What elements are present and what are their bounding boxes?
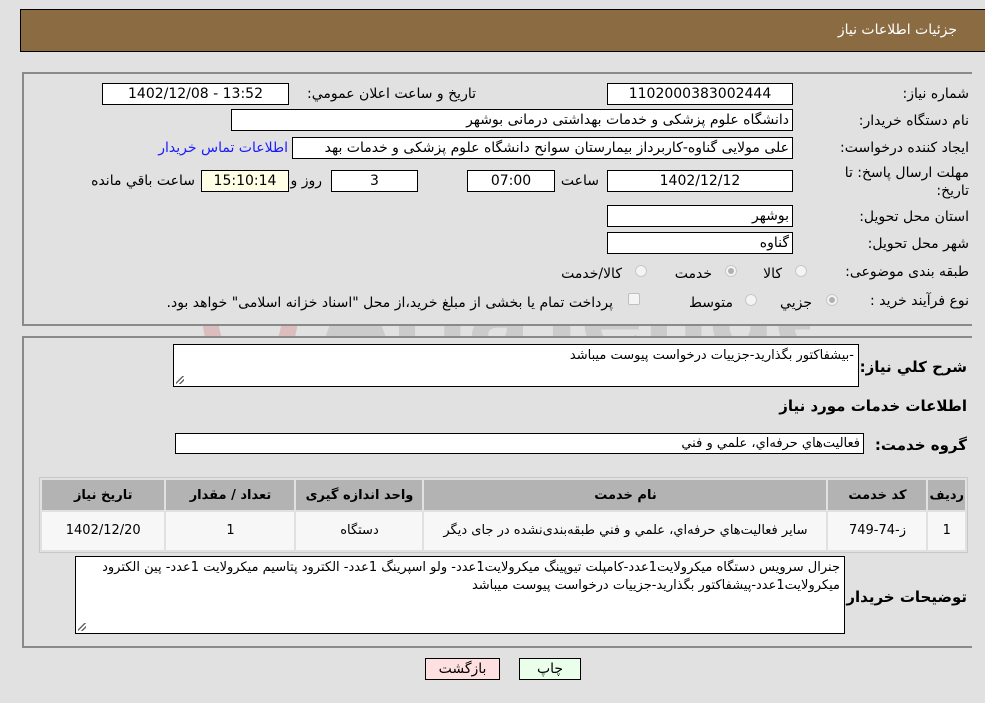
purchase-type-radio-minor[interactable] [826, 294, 838, 306]
page-title: جزئيات اطلاعات نياز [837, 22, 957, 38]
category-option-goods: کالا [763, 266, 782, 282]
back-button[interactable]: بازگشت [425, 658, 500, 680]
city-field: گناوه [607, 232, 793, 254]
cell-service-code: ز-74-749 [828, 512, 927, 550]
announce-datetime-field: 1402/12/08 - 13:52 [102, 83, 289, 105]
category-radio-service[interactable] [725, 265, 737, 277]
table-row: 1 ز-74-749 ساير فعاليت‌هاي حرفه‌اي، علمي… [42, 512, 965, 550]
description-textarea[interactable]: -بیشفاکتور بگذارید-جزییات درخواست پیوست … [173, 344, 859, 387]
treasury-note: پرداخت تمام يا بخشی از مبلغ خريد،از محل … [166, 295, 613, 311]
buyer-notes-text: جنرال سرویس دستگاه میکرولایت1عدد-کامپلت … [102, 560, 840, 593]
description-label: شرح کلي نياز: [859, 358, 967, 376]
category-option-service: خدمت [674, 266, 712, 282]
cell-row-number: 1 [928, 512, 965, 550]
treasury-checkbox[interactable] [628, 293, 640, 305]
buyer-notes-label: توضيحات خريدار: [840, 588, 967, 606]
services-table: رديف کد خدمت نام خدمت واحد اندازه گيری ت… [39, 477, 968, 553]
purchase-type-label: نوع فرآیند خرید : [870, 293, 969, 309]
col-header-row-number: رديف [928, 480, 965, 510]
deadline-label: مهلت ارسال پاسخ: تا تاریخ: [844, 165, 969, 199]
requester-label: ايجاد کننده درخواست: [840, 140, 969, 156]
purchase-type-option-medium: متوسط [689, 295, 733, 311]
services-section-title: اطلاعات خدمات مورد نياز [779, 397, 967, 415]
deadline-date-field: 1402/12/12 [607, 170, 793, 192]
resize-grip-icon[interactable] [78, 623, 86, 631]
category-label: طبقه بندی موضوعی: [845, 264, 969, 280]
cell-service-name: ساير فعاليت‌هاي حرفه‌اي، علمي و فني طبقه… [424, 512, 827, 550]
buyer-org-label: نام دستگاه خريدار: [858, 113, 969, 129]
days-label: روز و [290, 173, 323, 189]
category-option-goods-service: کالا/خدمت [561, 266, 622, 282]
col-header-need-date: تاريخ نياز [42, 480, 165, 510]
buyer-contact-link[interactable]: اطلاعات تماس خريدار [158, 140, 288, 156]
col-header-service-code: کد خدمت [828, 480, 927, 510]
deadline-time-label: ساعت [560, 173, 599, 189]
time-remaining-field: 15:10:14 [201, 170, 289, 192]
cell-need-date: 1402/12/20 [42, 512, 165, 550]
city-label: شهر محل تحويل: [867, 236, 969, 252]
days-remaining-field: 3 [331, 170, 418, 192]
need-number-label: شماره نياز: [902, 86, 970, 102]
need-number-field: 1102000383002444 [607, 83, 793, 105]
col-header-quantity: تعداد / مقدار [166, 480, 295, 510]
purchase-type-option-minor: جزيي [780, 295, 812, 311]
print-button[interactable]: چاپ [519, 658, 581, 680]
service-group-field: فعاليت‌هاي حرفه‌اي، علمي و فني [175, 433, 864, 454]
page-header: جزئيات اطلاعات نياز [20, 9, 985, 52]
col-header-unit: واحد اندازه گيری [296, 480, 423, 510]
deadline-time-field: 07:00 [467, 170, 555, 192]
purchase-type-radio-medium[interactable] [745, 294, 757, 306]
buyer-notes-textarea[interactable]: جنرال سرویس دستگاه میکرولایت1عدد-کامپلت … [75, 556, 845, 634]
col-header-service-name: نام خدمت [424, 480, 827, 510]
time-remaining-label: ساعت باقي مانده [91, 173, 195, 189]
buyer-org-field: دانشگاه علوم پزشکی و خدمات بهداشتی درمان… [231, 109, 793, 131]
cell-unit: دستگاه [296, 512, 423, 550]
resize-grip-icon[interactable] [176, 376, 184, 384]
category-radio-goods[interactable] [795, 265, 807, 277]
province-field: بوشهر [607, 205, 793, 227]
service-group-label: گروه خدمت: [874, 436, 967, 454]
province-label: استان محل تحويل: [859, 209, 969, 225]
table-header-row: رديف کد خدمت نام خدمت واحد اندازه گيری ت… [42, 480, 965, 510]
requester-field: علی مولایی گناوه-کاربرداز بیمارستان سوان… [292, 137, 793, 159]
category-radio-goods-service[interactable] [635, 265, 647, 277]
cell-quantity: 1 [166, 512, 295, 550]
announce-datetime-label: تاريخ و ساعت اعلان عمومي: [307, 86, 476, 102]
description-text: -بیشفاکتور بگذارید-جزییات درخواست پیوست … [569, 348, 854, 363]
